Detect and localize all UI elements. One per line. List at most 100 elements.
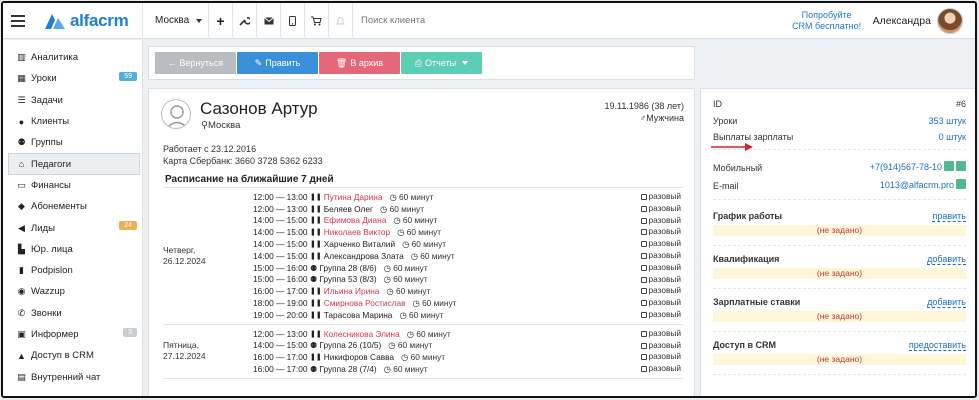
sidebar-item[interactable]: ▮ Podpislon (3, 260, 142, 281)
sidebar-item[interactable]: ⌂ Педагоги (8, 153, 140, 175)
lesson-participant[interactable]: ❚❚ Путина Дарина (310, 192, 382, 202)
sidebar-item[interactable]: ▙ Юр. лица (3, 239, 142, 260)
mobile-number[interactable]: +7(914)567-78-10 (870, 162, 942, 172)
lesson-row[interactable]: 12:00 — 13:00 ❚❚ Колесникова Элина ◷ 60 мин… (253, 328, 683, 340)
lesson-row[interactable]: 15:00 — 16:00 ⚉ Группа 28 (8/6) ◷ 60 минут р… (253, 262, 683, 274)
lesson-row[interactable]: 16:00 — 17:00 ❚❚ Никифоров Савва ◷ 60 минут… (253, 351, 683, 363)
promo-link[interactable]: Попробуйте CRM бесплатно! (787, 10, 867, 32)
lesson-time: 12:00 — 13:00 (253, 191, 308, 202)
clock-icon: ◷ (383, 262, 391, 273)
section-action-link[interactable]: добавить (927, 297, 966, 308)
menu-icon[interactable] (3, 3, 33, 39)
clock-icon: ◷ (406, 328, 415, 339)
sidebar-badge: 59 (119, 72, 137, 82)
lesson-row[interactable]: 15:00 — 16:00 ⚉ Группа 53 (8/3) ◷ 60 минут р… (253, 274, 683, 286)
lesson-row[interactable]: 14:00 — 15:00 ❚❚ Николаев Виктор ◷ 60 минут… (253, 226, 683, 238)
sidebar-item[interactable]: ▥ Аналитика (3, 47, 142, 68)
logo[interactable]: alfacrm (33, 3, 143, 39)
sidebar-item[interactable]: ☰ Задачи (3, 90, 142, 111)
once-text: разовый (648, 261, 681, 272)
lesson-participant[interactable]: ⚉ Группа 53 (8/3) (310, 274, 377, 284)
checkbox-icon (640, 354, 647, 361)
envelope-icon[interactable] (956, 179, 966, 189)
lesson-row[interactable]: 16:00 — 17:00 ⚉ Группа 28 (7/4) ◷ 60 минут р… (253, 363, 683, 375)
section-action-link[interactable]: предоставить (908, 340, 966, 351)
lessons-value[interactable]: 353 штук (929, 116, 966, 126)
sidebar-item[interactable]: ▲ Доступ в CRM (3, 345, 142, 366)
envelope-icon[interactable] (944, 161, 954, 171)
cart-button[interactable] (305, 3, 329, 39)
lesson-participant[interactable]: ⚉ Группа 26 (10/5) (310, 340, 381, 350)
reports-button[interactable]: ⎙ Отчеты (401, 52, 482, 74)
lesson-row[interactable]: 12:00 — 13:00 ❚❚ Беляев Олег ◷ 60 минут разо… (253, 203, 683, 215)
lesson-participant[interactable]: ⚉ Группа 28 (7/4) (310, 364, 377, 374)
lesson-time: 14:00 — 15:00 (253, 215, 308, 226)
divider (713, 288, 966, 289)
sidebar-item[interactable]: ◉ Wazzup (3, 281, 142, 302)
lesson-participant[interactable]: ❚❚ Николаев Виктор (310, 227, 390, 237)
once-label: разовый (640, 328, 681, 338)
tools-button[interactable] (233, 3, 257, 39)
lesson-row[interactable]: 14:00 — 15:00 ❚❚ Ефимова Диана ◷ 60 минут ра… (253, 215, 683, 227)
graduation-cap-icon: ⌂ (18, 159, 25, 170)
lesson-row[interactable]: 18:00 — 19:00 ❚❚ Смирнова Ростислав ◷ 60 ми… (253, 297, 683, 309)
sidebar-item[interactable]: ▦ Уроки 59 (3, 68, 142, 89)
sidebar-item[interactable]: ▤ Внутренний чат (3, 366, 142, 387)
back-button[interactable]: ← Вернуться (155, 52, 236, 74)
divider (713, 199, 966, 200)
lesson-row[interactable]: 16:00 — 17:00 ❚❚ Ильина Ирина ◷ 60 минут раз… (253, 285, 683, 297)
once-label: разовый (640, 238, 681, 248)
sidebar-item[interactable]: ▣ Информер 3 (3, 324, 142, 345)
sidebar-item[interactable]: ◆ Абонементы (3, 196, 142, 217)
mail-button[interactable] (257, 3, 281, 39)
mobile-button[interactable] (281, 3, 305, 39)
payouts-label: Выплаты зарплаты (713, 132, 794, 142)
lesson-row[interactable]: 14:00 — 15:00 ❚❚ Александрова Злата ◷ 60 ми… (253, 250, 683, 262)
notifications-button[interactable] (329, 3, 353, 39)
lesson-participant[interactable]: ❚❚ Смирнова Ростислав (310, 298, 406, 308)
lesson-participant[interactable]: ⚉ Группа 28 (8/6) (310, 263, 377, 273)
cart-icon (311, 16, 322, 25)
lesson-participant[interactable]: ❚❚ Тарасова Марина (310, 310, 392, 320)
sidebar-item[interactable]: ▭ Финансы (3, 175, 142, 196)
lesson-participant[interactable]: ❚❚ Никифоров Савва (310, 352, 394, 362)
lesson-row[interactable]: 12:00 — 13:00 ❚❚ Путина Дарина ◷ 60 минут ра… (253, 191, 683, 203)
section-action-link[interactable]: править (932, 211, 966, 222)
once-label: разовый (640, 261, 681, 272)
chevron-down-icon (462, 61, 469, 65)
add-button[interactable]: + (209, 3, 233, 39)
lesson-participant[interactable]: ❚❚ Колесникова Элина (310, 329, 400, 339)
city-selector[interactable]: Москва (143, 3, 209, 39)
participant-name: Беляев Олег (323, 203, 374, 214)
lesson-time: 14:00 — 15:00 (253, 250, 308, 261)
email-address[interactable]: 1013@alfacrm.pro (880, 180, 954, 190)
lesson-row[interactable]: 14:00 — 15:00 ⚉ Группа 26 (10/5) ◷ 60 минут… (253, 340, 683, 352)
sidebar-item[interactable]: ● Клиенты (3, 111, 142, 132)
sidebar-item[interactable]: ✆ Звонки (3, 303, 142, 324)
archive-button[interactable]: 🗑 В архив (319, 52, 400, 74)
payouts-value[interactable]: 0 штук (939, 132, 966, 142)
sidebar-item[interactable]: ⚉ Группы (3, 132, 142, 153)
print-icon: ⎙ (414, 57, 423, 68)
day-label: Четверг, 26.12.2024 (163, 191, 253, 321)
phone-icon[interactable] (956, 161, 966, 171)
lesson-participant[interactable]: ❚❚ Ильина Ирина (310, 286, 379, 296)
teacher-city: ⚲Москва (201, 120, 240, 131)
lesson-participant[interactable]: ❚❚ Харченко Виталий (310, 239, 395, 249)
participant-name: Группа 53 (8/3) (319, 274, 377, 285)
once-label: разовый (640, 191, 681, 201)
search-input[interactable]: Поиск клиента (353, 3, 763, 39)
lesson-row[interactable]: 14:00 — 15:00 ❚❚ Харченко Виталий ◷ 60 мину… (253, 238, 683, 250)
lesson-participant[interactable]: ❚❚ Александрова Злата (310, 251, 404, 261)
edit-button[interactable]: ✎ Править (237, 52, 318, 74)
user-menu[interactable]: Александра (873, 7, 975, 34)
once-label: разовый (640, 203, 681, 213)
sidebar-item[interactable]: ◀ Лиды 24 (3, 217, 142, 238)
lesson-participant[interactable]: ❚❚ Беляев Олег (310, 204, 373, 214)
sidebar-item-label: Звонки (31, 307, 62, 319)
user-icon: ● (18, 116, 25, 127)
lesson-row[interactable]: 19:00 — 20:00 ❚❚ Тарасова Марина ◷ 60 минут… (253, 309, 683, 321)
gender-label: Мужчина (646, 113, 684, 123)
section-action-link[interactable]: добавить (927, 254, 966, 265)
lesson-participant[interactable]: ❚❚ Ефимова Диана (310, 215, 386, 225)
